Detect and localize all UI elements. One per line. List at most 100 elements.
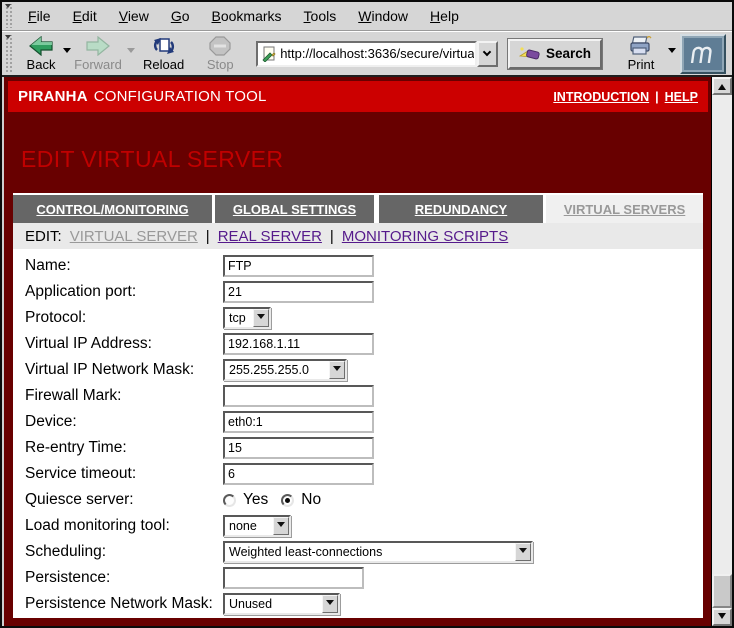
load-monitoring-select[interactable]: none [223, 515, 291, 537]
menubar-grip-handle[interactable] [4, 4, 14, 28]
form-row: Protocol: tcp [25, 305, 703, 331]
scrollbar-track[interactable] [712, 95, 732, 608]
quiesce-yes-label: Yes [243, 491, 268, 509]
url-bar [256, 41, 498, 67]
toolbar-grip-handle[interactable] [4, 35, 14, 72]
firewall-mark-input[interactable] [223, 385, 374, 407]
load-monitoring-label: Load monitoring tool: [25, 517, 223, 535]
piranha-page: PIRANHA CONFIGURATION TOOL INTRODUCTION … [2, 77, 711, 626]
dropdown-arrow-icon [515, 543, 531, 561]
scroll-up-button[interactable] [712, 77, 732, 95]
name-input[interactable] [223, 255, 374, 277]
persistence-netmask-select[interactable]: Unused [223, 593, 340, 615]
device-label: Device: [25, 413, 223, 431]
dropdown-arrow-icon [322, 595, 338, 613]
virtual-server-form: Name: Application port: Protocol: tcp [13, 249, 703, 618]
scheduling-select[interactable]: Weighted least-connections [223, 541, 533, 563]
quiesce-radio-group: Yes No [223, 491, 334, 509]
vip-netmask-select[interactable]: 255.255.255.0 [223, 359, 347, 381]
scheduling-label: Scheduling: [25, 543, 223, 561]
forward-dropdown-arrow[interactable] [127, 48, 135, 57]
flashlight-icon [519, 46, 541, 62]
mozilla-logo[interactable] [680, 34, 726, 74]
menu-tools[interactable]: Tools [293, 8, 348, 24]
form-row: Re-entry Time: [25, 435, 703, 461]
print-button[interactable]: Print [616, 35, 668, 72]
form-row: Scheduling: Weighted least-connections [25, 539, 703, 565]
form-row: Load monitoring tool: none [25, 513, 703, 539]
menu-file[interactable]: File [17, 8, 62, 24]
vip-netmask-label: Virtual IP Network Mask: [25, 361, 223, 379]
stop-button[interactable]: Stop [198, 35, 244, 72]
protocol-label: Protocol: [25, 309, 223, 327]
page-title: EDIT VIRTUAL SERVER [4, 112, 711, 193]
edit-subnav: EDIT: VIRTUAL SERVER | REAL SERVER | MON… [13, 223, 703, 249]
form-row: Persistence Network Mask: Unused [25, 591, 703, 617]
subnav-virtual-server-link[interactable]: VIRTUAL SERVER [70, 228, 198, 245]
back-button[interactable]: Back [17, 35, 67, 72]
menu-edit[interactable]: Edit [62, 8, 108, 24]
virtual-ip-input[interactable] [223, 333, 374, 355]
tab-global-settings[interactable]: GLOBAL SETTINGS [215, 195, 374, 223]
header-link-separator: | [655, 90, 659, 104]
service-timeout-input[interactable] [223, 463, 374, 485]
reentry-time-label: Re-entry Time: [25, 439, 223, 457]
quiesce-server-label: Quiesce server: [25, 491, 223, 509]
virtual-ip-label: Virtual IP Address: [25, 335, 223, 353]
help-link[interactable]: HELP [665, 90, 698, 104]
header-links: INTRODUCTION | HELP [553, 90, 698, 104]
tab-virtual-servers[interactable]: VIRTUAL SERVERS [546, 195, 703, 223]
browser-window: File Edit View Go Bookmarks Tools Window… [0, 0, 734, 628]
scrollbar-thumb[interactable] [712, 574, 732, 608]
form-row: Name: [25, 253, 703, 279]
arrow-down-icon [718, 613, 726, 623]
forward-arrow-icon [85, 36, 111, 56]
browser-viewport: PIRANHA CONFIGURATION TOOL INTRODUCTION … [2, 75, 732, 626]
menu-help[interactable]: Help [419, 8, 470, 24]
page-bookmark-icon [262, 46, 276, 62]
menu-go[interactable]: Go [160, 8, 201, 24]
form-row: Firewall Mark: [25, 383, 703, 409]
chevron-down-icon [483, 48, 491, 56]
tab-control-monitoring[interactable]: CONTROL/MONITORING [13, 195, 212, 223]
reload-button[interactable]: Reload [139, 35, 190, 72]
page-content: CONTROL/MONITORING GLOBAL SETTINGS REDUN… [13, 193, 703, 618]
url-history-dropdown-button[interactable] [477, 41, 498, 67]
application-port-input[interactable] [223, 281, 374, 303]
reload-icon [152, 36, 176, 56]
quiesce-no-radio[interactable] [281, 494, 294, 507]
subnav-monitoring-scripts-link[interactable]: MONITORING SCRIPTS [342, 228, 508, 245]
form-row: Quiesce server: Yes No [25, 487, 703, 513]
app-title: PIRANHA CONFIGURATION TOOL [18, 88, 267, 105]
persistence-label: Persistence: [25, 569, 223, 587]
service-timeout-label: Service timeout: [25, 465, 223, 483]
dropdown-arrow-icon [253, 309, 269, 327]
url-input[interactable] [280, 46, 474, 61]
introduction-link[interactable]: INTRODUCTION [553, 90, 649, 104]
back-arrow-icon [28, 36, 54, 56]
navigation-toolbar: Back Forward Reload S [2, 31, 732, 75]
scroll-down-button[interactable] [712, 608, 732, 626]
dropdown-arrow-icon [273, 517, 289, 535]
menu-bookmarks[interactable]: Bookmarks [201, 8, 293, 24]
printer-icon [628, 36, 654, 56]
print-dropdown-arrow[interactable] [668, 48, 676, 57]
menu-window[interactable]: Window [347, 8, 419, 24]
name-label: Name: [25, 257, 223, 275]
persistence-netmask-label: Persistence Network Mask: [25, 595, 223, 613]
protocol-select[interactable]: tcp [223, 307, 271, 329]
quiesce-yes-radio[interactable] [223, 494, 236, 507]
forward-button[interactable]: Forward [67, 35, 131, 72]
tab-redundancy[interactable]: REDUNDANCY [379, 195, 543, 223]
reentry-time-input[interactable] [223, 437, 374, 459]
firewall-mark-label: Firewall Mark: [25, 387, 223, 405]
piranha-header-bar: PIRANHA CONFIGURATION TOOL INTRODUCTION … [8, 81, 708, 112]
dropdown-arrow-icon [329, 361, 345, 379]
device-input[interactable] [223, 411, 374, 433]
stop-icon [209, 36, 231, 56]
search-button[interactable]: Search [508, 39, 602, 69]
subnav-real-server-link[interactable]: REAL SERVER [218, 228, 322, 245]
persistence-input[interactable] [223, 567, 364, 589]
menu-view[interactable]: View [108, 8, 160, 24]
menu-bar: File Edit View Go Bookmarks Tools Window… [2, 2, 732, 31]
